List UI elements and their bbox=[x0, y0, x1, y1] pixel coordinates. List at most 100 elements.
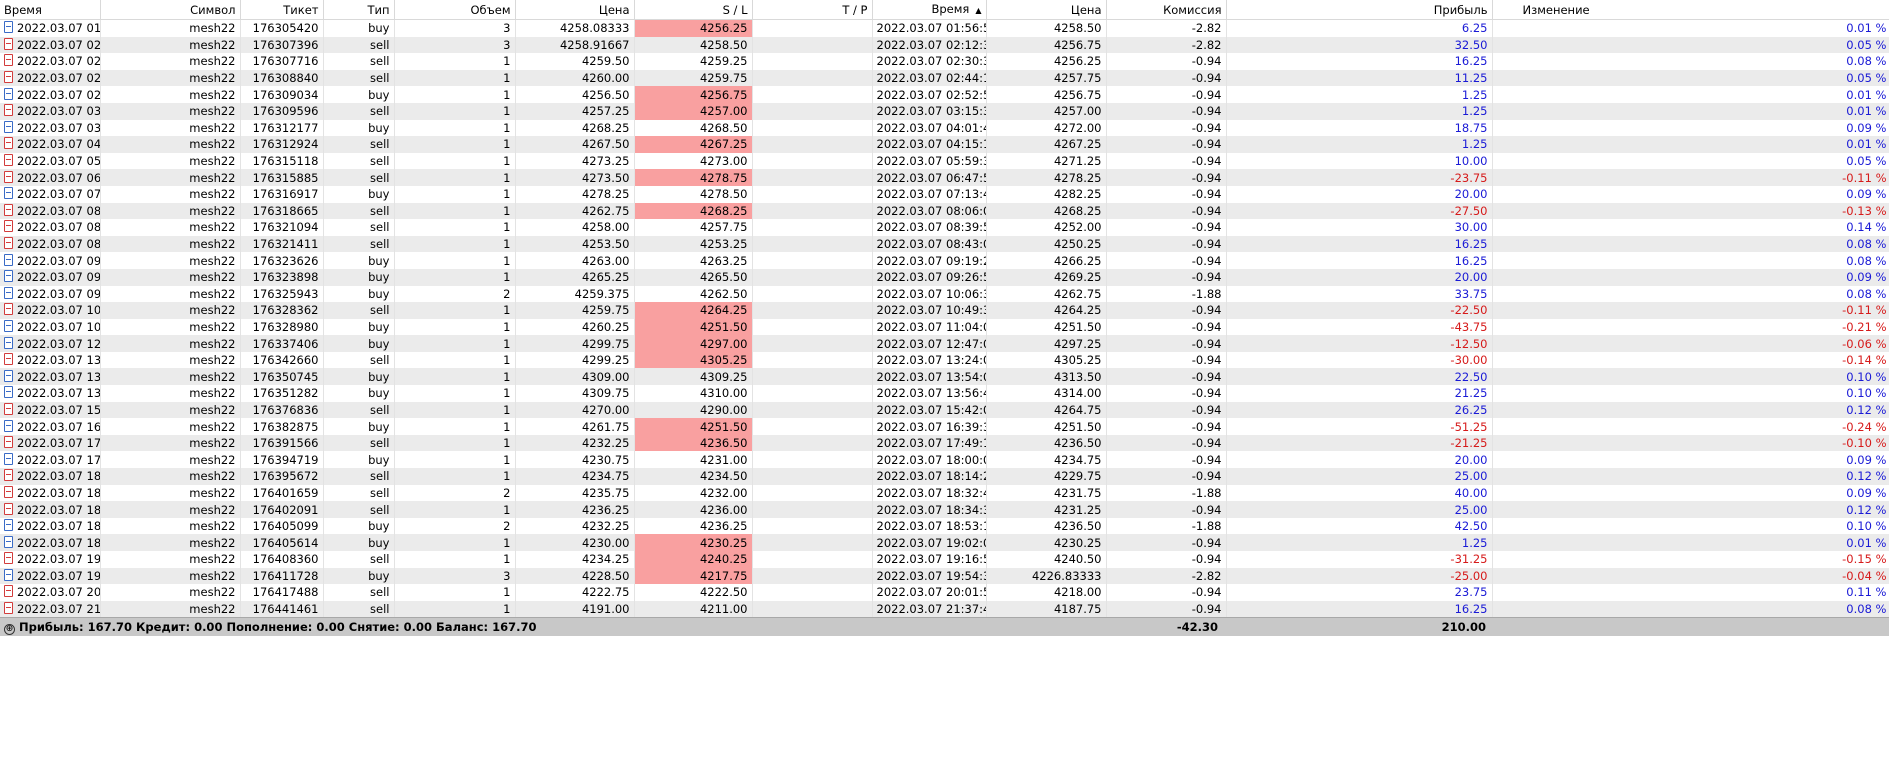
cell-time-close: 2022.03.07 07:13:46 bbox=[872, 185, 987, 203]
expand-circle-icon[interactable]: ⊕ bbox=[4, 624, 15, 635]
cell-profit: -31.25 bbox=[1226, 551, 1493, 568]
cell-change: 0.10 % bbox=[1492, 517, 1889, 535]
cell-type: buy bbox=[323, 119, 395, 137]
table-row[interactable]: 2022.03.07 04:14:17mesh22176312924sell14… bbox=[0, 136, 1889, 153]
table-row[interactable]: 2022.03.07 02:43:10mesh22176308840sell14… bbox=[0, 69, 1889, 87]
cell-profit: 1.25 bbox=[1226, 136, 1493, 153]
table-row[interactable]: 2022.03.07 06:29:19mesh22176315885sell14… bbox=[0, 169, 1889, 186]
table-row[interactable]: 2022.03.07 17:58:00mesh22176394719buy142… bbox=[0, 451, 1889, 469]
column-header-change[interactable]: Изменение bbox=[1492, 0, 1889, 20]
cell-time-close: 2022.03.07 17:49:15 bbox=[872, 434, 987, 452]
cell-commission: -2.82 bbox=[1106, 36, 1227, 54]
table-row[interactable]: 2022.03.07 13:17:05mesh22176342660sell14… bbox=[0, 351, 1889, 369]
sell-deal-icon bbox=[4, 154, 13, 167]
table-row[interactable]: 2022.03.07 13:51:21mesh22176350745buy143… bbox=[0, 368, 1889, 386]
column-header-time-close[interactable]: Время ▲ bbox=[872, 0, 987, 20]
cell-volume: 1 bbox=[394, 202, 516, 220]
table-row[interactable]: 2022.03.07 03:09:42mesh22176309596sell14… bbox=[0, 102, 1889, 120]
cell-ticket: 176309596 bbox=[240, 102, 324, 120]
table-row[interactable]: 2022.03.07 15:41:20mesh22176376836sell14… bbox=[0, 401, 1889, 419]
cell-volume: 1 bbox=[394, 368, 516, 386]
sell-deal-icon bbox=[4, 170, 13, 183]
cell-profit: 16.25 bbox=[1226, 235, 1493, 253]
table-row[interactable]: 2022.03.07 19:09:01mesh22176408360sell14… bbox=[0, 551, 1889, 568]
cell-commission: -0.94 bbox=[1106, 335, 1227, 352]
table-row[interactable]: 2022.03.07 09:18:27mesh22176323626buy142… bbox=[0, 252, 1889, 269]
cell-commission: -0.94 bbox=[1106, 69, 1227, 87]
column-header-profit[interactable]: Прибыль bbox=[1226, 0, 1493, 20]
table-row[interactable]: 2022.03.07 17:38:01mesh22176391566sell14… bbox=[0, 434, 1889, 452]
column-header-tp[interactable]: T / P bbox=[752, 0, 873, 20]
table-row[interactable]: 2022.03.07 03:50:25mesh22176312177buy142… bbox=[0, 119, 1889, 137]
sell-deal-icon bbox=[4, 237, 13, 250]
cell-change: 0.08 % bbox=[1492, 53, 1889, 70]
table-row[interactable]: 2022.03.07 19:30:07mesh22176411728buy342… bbox=[0, 567, 1889, 585]
cell-time-open: 2022.03.07 06:29:19 bbox=[0, 169, 101, 186]
table-row[interactable]: 2022.03.07 16:31:19mesh22176382875buy142… bbox=[0, 418, 1889, 435]
cell-type: buy bbox=[323, 534, 395, 551]
column-header-type[interactable]: Тип bbox=[323, 0, 395, 20]
table-row[interactable]: 2022.03.07 18:32:42mesh22176402091sell14… bbox=[0, 501, 1889, 518]
cell-time-open: 2022.03.07 15:41:20 bbox=[0, 401, 101, 419]
table-row[interactable]: 2022.03.07 13:55:55mesh22176351282buy143… bbox=[0, 385, 1889, 402]
cell-tp bbox=[752, 169, 873, 186]
cell-price-close: 4234.75 bbox=[986, 451, 1107, 469]
table-row[interactable]: 2022.03.07 07:12:01mesh22176316917buy142… bbox=[0, 185, 1889, 203]
cell-price-open: 4259.75 bbox=[515, 302, 635, 319]
column-header-ticket[interactable]: Тикет bbox=[240, 0, 324, 20]
table-row[interactable]: 2022.03.07 10:45:16mesh22176328362sell14… bbox=[0, 302, 1889, 319]
table-row[interactable]: 2022.03.07 01:42:09mesh22176305420buy342… bbox=[0, 19, 1889, 37]
table-row[interactable]: 2022.03.07 12:41:49mesh22176337406buy142… bbox=[0, 335, 1889, 352]
cell-time-close: 2022.03.07 21:37:45 bbox=[872, 600, 987, 618]
sell-deal-icon bbox=[4, 303, 13, 316]
column-header-price-open[interactable]: Цена bbox=[515, 0, 635, 20]
table-row[interactable]: 2022.03.07 08:01:53mesh22176318665sell14… bbox=[0, 202, 1889, 220]
column-header-volume[interactable]: Объем bbox=[394, 0, 516, 20]
buy-deal-icon bbox=[4, 336, 13, 349]
table-row[interactable]: 2022.03.07 08:39:03mesh22176321094sell14… bbox=[0, 219, 1889, 236]
buy-deal-icon bbox=[4, 452, 13, 465]
column-header-sl[interactable]: S / L bbox=[634, 0, 753, 20]
cell-price-close: 4231.75 bbox=[986, 484, 1107, 502]
table-row[interactable]: 2022.03.07 21:35:02mesh22176441461sell14… bbox=[0, 600, 1889, 618]
cell-profit: 20.00 bbox=[1226, 268, 1493, 286]
cell-time-open-text: 2022.03.07 21:35:02 bbox=[17, 602, 100, 617]
cell-ticket: 176417488 bbox=[240, 584, 324, 601]
table-row[interactable]: 2022.03.07 18:54:29mesh22176405614buy142… bbox=[0, 534, 1889, 551]
cell-time-close: 2022.03.07 13:54:06 bbox=[872, 368, 987, 386]
cell-profit: 22.50 bbox=[1226, 368, 1493, 386]
column-header-price-close[interactable]: Цена bbox=[986, 0, 1107, 20]
cell-volume: 1 bbox=[394, 69, 516, 87]
table-row[interactable]: 2022.03.07 09:59:07mesh22176325943buy242… bbox=[0, 285, 1889, 303]
cell-price-close: 4262.75 bbox=[986, 285, 1107, 303]
column-header-commission[interactable]: Комиссия bbox=[1106, 0, 1227, 20]
table-row[interactable]: 2022.03.07 10:58:08mesh22176328980buy142… bbox=[0, 318, 1889, 336]
cell-change: -0.10 % bbox=[1492, 434, 1889, 452]
cell-time-open: 2022.03.07 13:55:55 bbox=[0, 385, 101, 402]
table-row[interactable]: 2022.03.07 08:42:25mesh22176321411sell14… bbox=[0, 235, 1889, 253]
table-row[interactable]: 2022.03.07 18:00:05mesh22176395672sell14… bbox=[0, 468, 1889, 485]
cell-time-open: 2022.03.07 02:16:07 bbox=[0, 53, 101, 70]
cell-volume: 1 bbox=[394, 152, 516, 170]
cell-time-open-text: 2022.03.07 03:50:25 bbox=[17, 120, 100, 135]
table-row[interactable]: 2022.03.07 02:16:07mesh22176307716sell14… bbox=[0, 53, 1889, 70]
cell-sl: 4236.50 bbox=[634, 434, 753, 452]
cell-time-open: 2022.03.07 19:30:07 bbox=[0, 567, 101, 585]
table-row[interactable]: 2022.03.07 05:59:07mesh22176315118sell14… bbox=[0, 152, 1889, 170]
cell-change: 0.08 % bbox=[1492, 285, 1889, 303]
cell-time-open: 2022.03.07 12:41:49 bbox=[0, 335, 101, 352]
cell-time-close: 2022.03.07 18:32:42 bbox=[872, 484, 987, 502]
table-row[interactable]: 2022.03.07 20:00:05mesh22176417488sell14… bbox=[0, 584, 1889, 601]
table-row[interactable]: 2022.03.07 02:50:23mesh22176309034buy142… bbox=[0, 86, 1889, 103]
table-row[interactable]: 2022.03.07 09:24:16mesh22176323898buy142… bbox=[0, 268, 1889, 286]
table-row[interactable]: 2022.03.07 18:27:41mesh22176401659sell24… bbox=[0, 484, 1889, 502]
column-header-time-open[interactable]: Время bbox=[0, 0, 101, 20]
column-header-symbol[interactable]: Символ bbox=[100, 0, 241, 20]
cell-time-open: 2022.03.07 19:09:01 bbox=[0, 551, 101, 568]
table-row[interactable]: 2022.03.07 18:48:09mesh22176405099buy242… bbox=[0, 517, 1889, 535]
cell-commission: -0.94 bbox=[1106, 318, 1227, 336]
cell-change: 0.12 % bbox=[1492, 501, 1889, 518]
table-row[interactable]: 2022.03.07 02:04:32mesh22176307396sell34… bbox=[0, 36, 1889, 54]
cell-sl: 4257.00 bbox=[634, 102, 753, 120]
cell-tp bbox=[752, 102, 873, 120]
